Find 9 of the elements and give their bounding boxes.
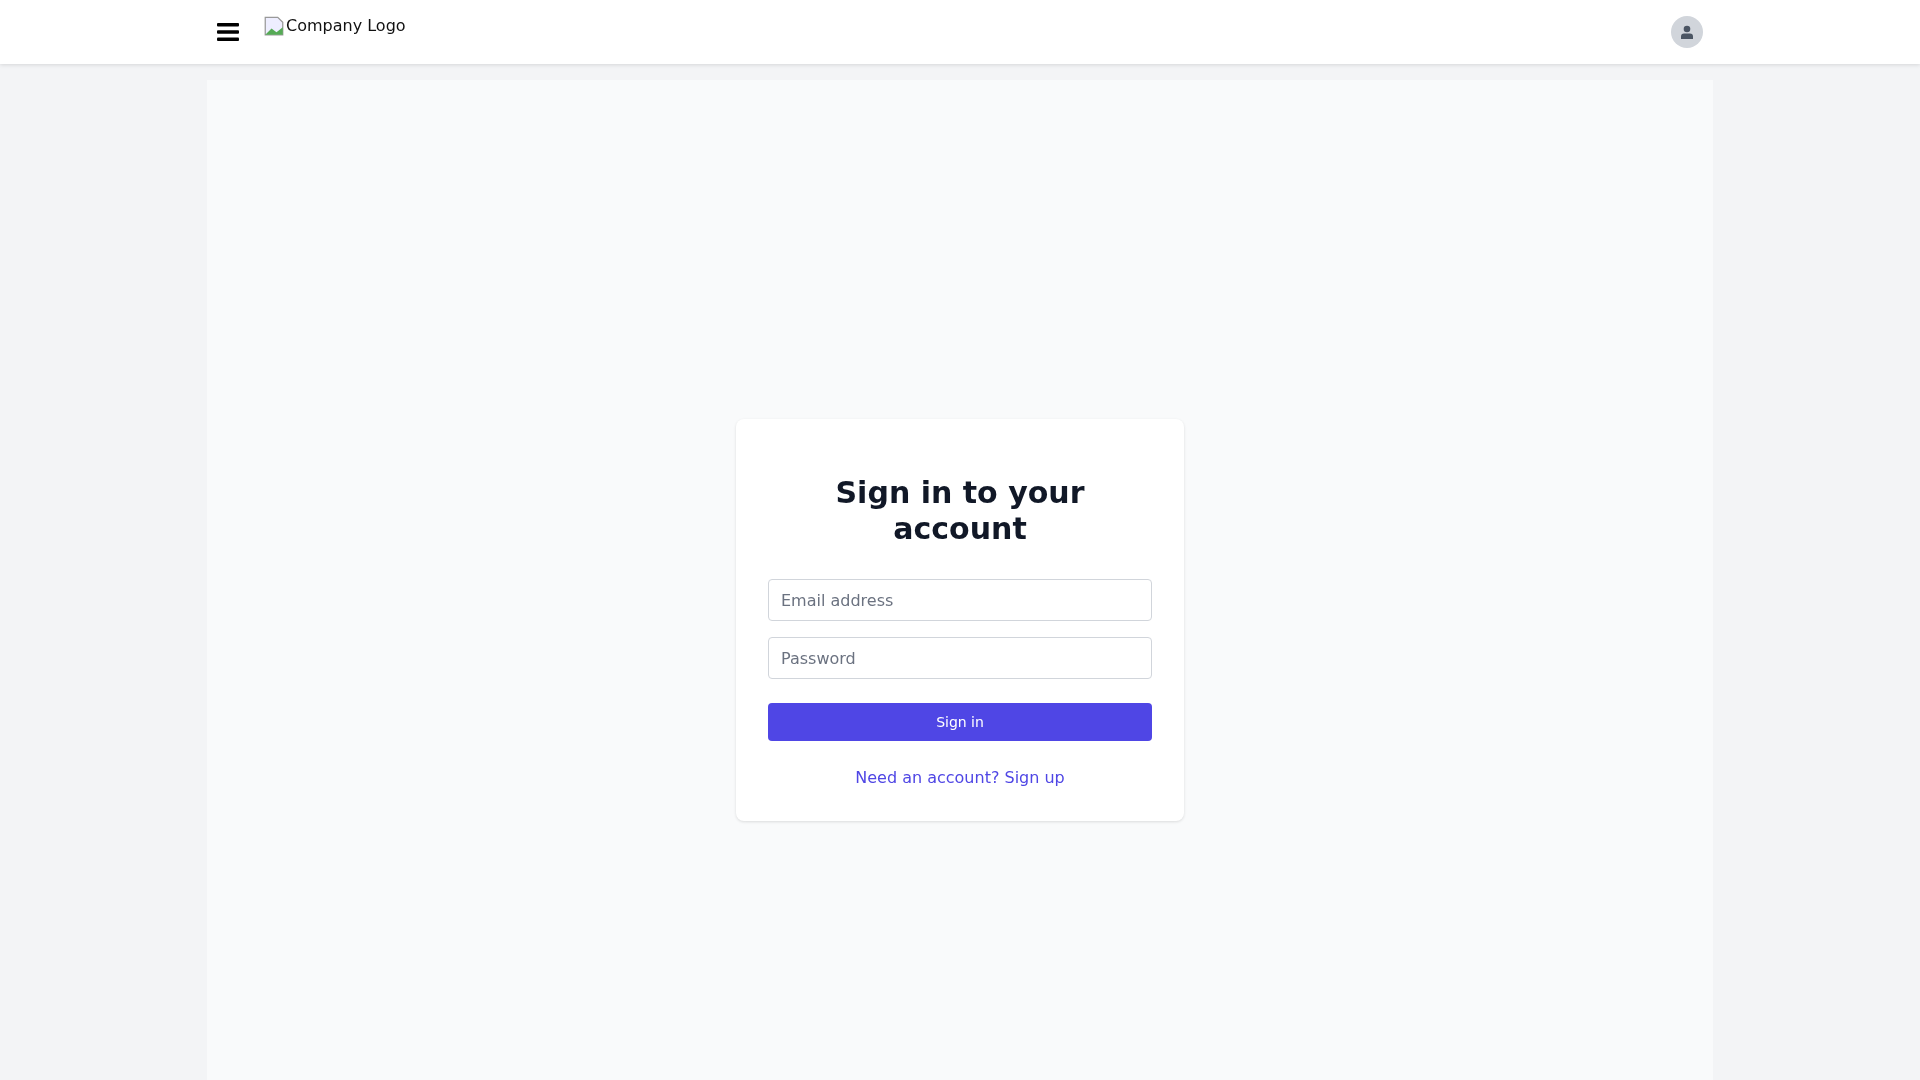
user-avatar[interactable] [1671, 16, 1703, 48]
logo-alt-text: Company Logo [286, 16, 406, 36]
email-field[interactable]: Email address [768, 579, 1152, 621]
signin-title: Sign in to your account [834, 475, 1086, 547]
broken-image-icon [264, 16, 284, 36]
menu-icon[interactable] [217, 23, 239, 41]
signup-link[interactable]: Need an account? Sign up [855, 768, 1065, 787]
signin-button[interactable]: Sign in [768, 703, 1152, 741]
password-field[interactable]: Password [768, 637, 1152, 679]
